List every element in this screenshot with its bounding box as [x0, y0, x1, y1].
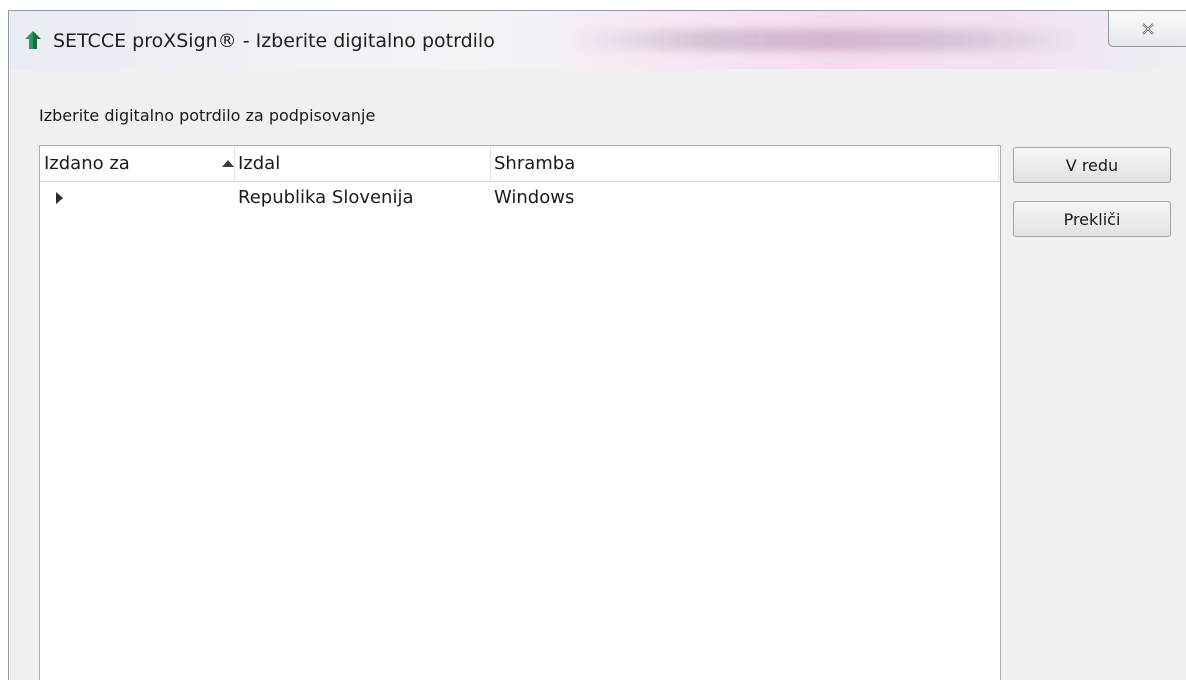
- column-header-store[interactable]: Shramba: [494, 146, 575, 182]
- proxsign-logo-icon: [25, 31, 41, 49]
- column-header-issued-to[interactable]: Izdano za: [44, 146, 130, 182]
- cancel-button[interactable]: Prekliči: [1013, 201, 1171, 237]
- column-divider[interactable]: [234, 146, 235, 182]
- cell-issuer: Republika Slovenija: [238, 187, 414, 208]
- column-divider[interactable]: [490, 146, 491, 182]
- cell-store: Windows: [494, 187, 575, 208]
- certificate-list[interactable]: Izdano za Izdal Shramba Republika Sloven…: [39, 145, 1001, 680]
- title-bar[interactable]: SETCCE proXSign® - Izberite digitalno po…: [9, 11, 1186, 69]
- column-divider[interactable]: [998, 146, 999, 182]
- close-icon: [1141, 22, 1154, 35]
- list-header: Izdano za Izdal Shramba: [40, 146, 1000, 182]
- title-bar-blur: [569, 29, 1089, 51]
- certificate-dialog: SETCCE proXSign® - Izberite digitalno po…: [8, 10, 1186, 680]
- ok-button[interactable]: V redu: [1013, 147, 1171, 183]
- sort-ascending-icon: [222, 160, 234, 167]
- instruction-label: Izberite digitalno potrdilo za podpisova…: [39, 106, 376, 125]
- column-header-issuer[interactable]: Izdal: [238, 146, 280, 182]
- table-row[interactable]: Republika Slovenija Windows: [40, 184, 1000, 214]
- close-button[interactable]: [1108, 11, 1186, 47]
- expand-arrow-icon[interactable]: [56, 192, 63, 204]
- window-title: SETCCE proXSign® - Izberite digitalno po…: [53, 30, 495, 52]
